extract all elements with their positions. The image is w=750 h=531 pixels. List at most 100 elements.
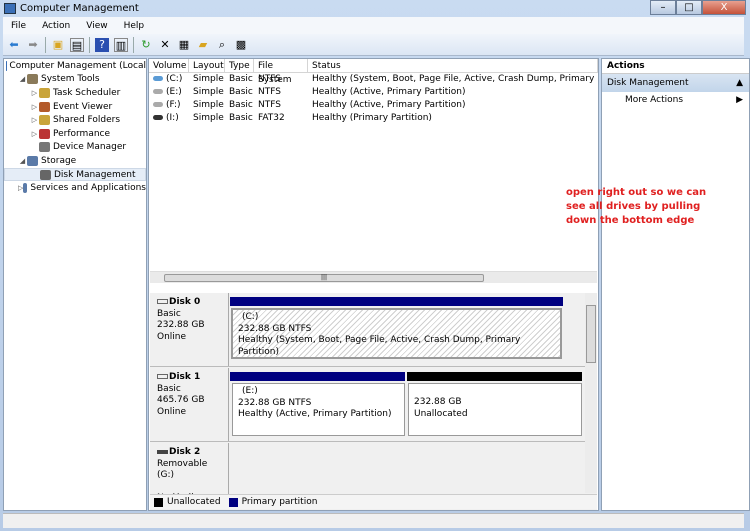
menu-action[interactable]: Action: [42, 21, 70, 31]
unallocated-space[interactable]: 232.88 GB Unallocated: [408, 383, 582, 436]
volume-cell: (F:): [149, 99, 189, 112]
volume-list-hscrollbar[interactable]: |||: [150, 271, 597, 283]
menu-help[interactable]: Help: [124, 21, 145, 31]
disk-1-row: Disk 1 Basic 465.76 GB Online (E:) 232.88 G…: [150, 368, 585, 442]
search-icon[interactable]: ⌕: [215, 38, 229, 52]
partition-c[interactable]: (C:) 232.88 GB NTFS Healthy (System, Boot,…: [231, 308, 562, 359]
legend-primary: Primary partition: [241, 497, 318, 507]
column-type[interactable]: Type: [225, 59, 254, 72]
expand-icon[interactable]: ▷: [30, 103, 39, 111]
up-icon[interactable]: ▣: [51, 38, 65, 52]
scroll-thumb[interactable]: |||: [164, 274, 484, 282]
scroll-thumb[interactable]: [586, 305, 596, 363]
primary-partition-bar: [230, 297, 563, 306]
volume-cell: NTFS: [258, 74, 281, 84]
tree-item-services-and-applications[interactable]: ▷ Services and Applications: [4, 181, 146, 195]
volume-cell: Basic: [229, 87, 253, 97]
tree-item-label: Computer Management (Local: [9, 60, 146, 71]
menu-file[interactable]: File: [11, 21, 26, 31]
disk-1-label[interactable]: Disk 1 Basic 465.76 GB Online: [150, 368, 229, 441]
app-icon: [4, 3, 16, 14]
volume-cell: Healthy (Primary Partition): [312, 113, 432, 123]
volume-cell: Healthy (Active, Primary Partition): [312, 100, 466, 110]
node-icon: [40, 169, 51, 180]
close-button[interactable]: X: [702, 0, 746, 15]
tree-item-system-tools[interactable]: ◢ System Tools: [4, 73, 146, 87]
divider: [133, 36, 134, 53]
tree-item-device-manager[interactable]: Device Manager: [4, 141, 146, 155]
expand-icon[interactable]: ▷: [30, 130, 39, 138]
drive-icon: [153, 115, 163, 120]
legend-unallocated: Unallocated: [167, 497, 221, 507]
tree-item-storage[interactable]: ◢ Storage: [4, 154, 146, 168]
window-title: Computer Management: [20, 3, 139, 14]
disk-0-label[interactable]: Disk 0 Basic 232.88 GB Online: [150, 293, 229, 366]
forward-icon[interactable]: ➡: [26, 38, 40, 52]
node-icon: [39, 87, 50, 98]
open-icon[interactable]: ▰: [196, 38, 210, 52]
delete-icon[interactable]: ✕: [158, 38, 172, 52]
volume-row[interactable]: (F:) Simple Basic NTFS Healthy (Active, Prim…: [149, 99, 598, 112]
unallocated-bar: [407, 372, 582, 381]
expand-icon[interactable]: ▷: [30, 116, 39, 124]
volume-cell: (I:): [149, 112, 189, 125]
volume-row[interactable]: (I:) Simple Basic FAT32 Healthy (Primary Par…: [149, 112, 598, 125]
volume-row[interactable]: (C:) Simple Basic NTFS Healthy (System, Boot…: [149, 73, 598, 86]
show-hide-tree-icon[interactable]: ▤: [70, 37, 84, 52]
tree-item-shared-folders[interactable]: ▷ Shared Folders: [4, 113, 146, 127]
expand-icon[interactable]: ◢: [18, 157, 27, 165]
refresh-icon[interactable]: ↻: [139, 38, 153, 52]
section-label: Disk Management: [607, 78, 689, 88]
show-hide-action-icon[interactable]: ▥: [114, 37, 128, 52]
tree-item-label: Task Scheduler: [53, 87, 121, 98]
menu-bar: File Action View Help: [3, 17, 744, 34]
partition-e[interactable]: (E:) 232.88 GB NTFS Healthy (Active, Prima…: [232, 383, 405, 436]
column-volume[interactable]: Volume: [149, 59, 189, 72]
properties-icon[interactable]: ▦: [177, 38, 191, 52]
disk-management-pane: Volume Layout Type File System Status (C…: [148, 58, 599, 511]
more-actions[interactable]: More Actions ▶: [602, 92, 749, 109]
expand-icon[interactable]: ▷: [30, 89, 39, 97]
actions-title: Actions: [602, 59, 749, 74]
unallocated-swatch: [154, 497, 163, 507]
volume-cell: Simple: [193, 113, 224, 123]
column-status[interactable]: Status: [308, 59, 598, 72]
tree-item-disk-management[interactable]: Disk Management: [4, 167, 146, 182]
node-icon: [27, 74, 38, 85]
disk-view-vscrollbar[interactable]: [585, 293, 597, 493]
volume-cell: Basic: [229, 100, 253, 110]
more-actions-label: More Actions: [625, 95, 684, 105]
tree-item-computer-management-local[interactable]: Computer Management (Local: [4, 59, 146, 73]
help-icon[interactable]: ?: [95, 37, 109, 52]
node-icon: [27, 155, 38, 166]
actions-section-disk-management[interactable]: Disk Management ▲: [602, 74, 749, 92]
tree-item-label: Services and Applications: [30, 183, 146, 194]
tree-item-label: Storage: [41, 155, 77, 166]
drive-icon: [153, 102, 163, 107]
back-icon[interactable]: ⬅: [7, 38, 21, 52]
node-icon: [39, 115, 50, 126]
primary-swatch: [228, 497, 238, 507]
expand-icon[interactable]: ◢: [18, 75, 27, 83]
node-icon: [39, 142, 50, 153]
volume-cell: Simple: [193, 74, 224, 84]
menu-view[interactable]: View: [86, 21, 107, 31]
volume-cell: Simple: [193, 100, 224, 110]
export-icon[interactable]: ▩: [234, 38, 248, 52]
minimize-button[interactable]: –: [650, 0, 676, 15]
removable-disk-icon: [157, 450, 168, 454]
node-icon: [39, 101, 50, 112]
primary-partition-bar: [230, 372, 405, 381]
tree-item-event-viewer[interactable]: ▷ Event Viewer: [4, 100, 146, 114]
column-file-system[interactable]: File System: [254, 59, 308, 85]
volume-row[interactable]: (E:) Simple Basic NTFS Healthy (Active, Prim…: [149, 86, 598, 99]
volume-cell: Healthy (System, Boot, Page File, Active…: [312, 74, 598, 84]
disk-2-label[interactable]: Disk 2 Removable (G:)No Media: [150, 443, 229, 503]
node-icon: [23, 183, 28, 194]
collapse-icon[interactable]: ▲: [736, 74, 743, 92]
tree-item-task-scheduler[interactable]: ▷ Task Scheduler: [4, 86, 146, 100]
tree-item-performance[interactable]: ▷ Performance: [4, 127, 146, 141]
maximize-button[interactable]: □: [676, 0, 702, 15]
tree-item-label: Device Manager: [53, 142, 127, 153]
column-layout[interactable]: Layout: [189, 59, 225, 72]
